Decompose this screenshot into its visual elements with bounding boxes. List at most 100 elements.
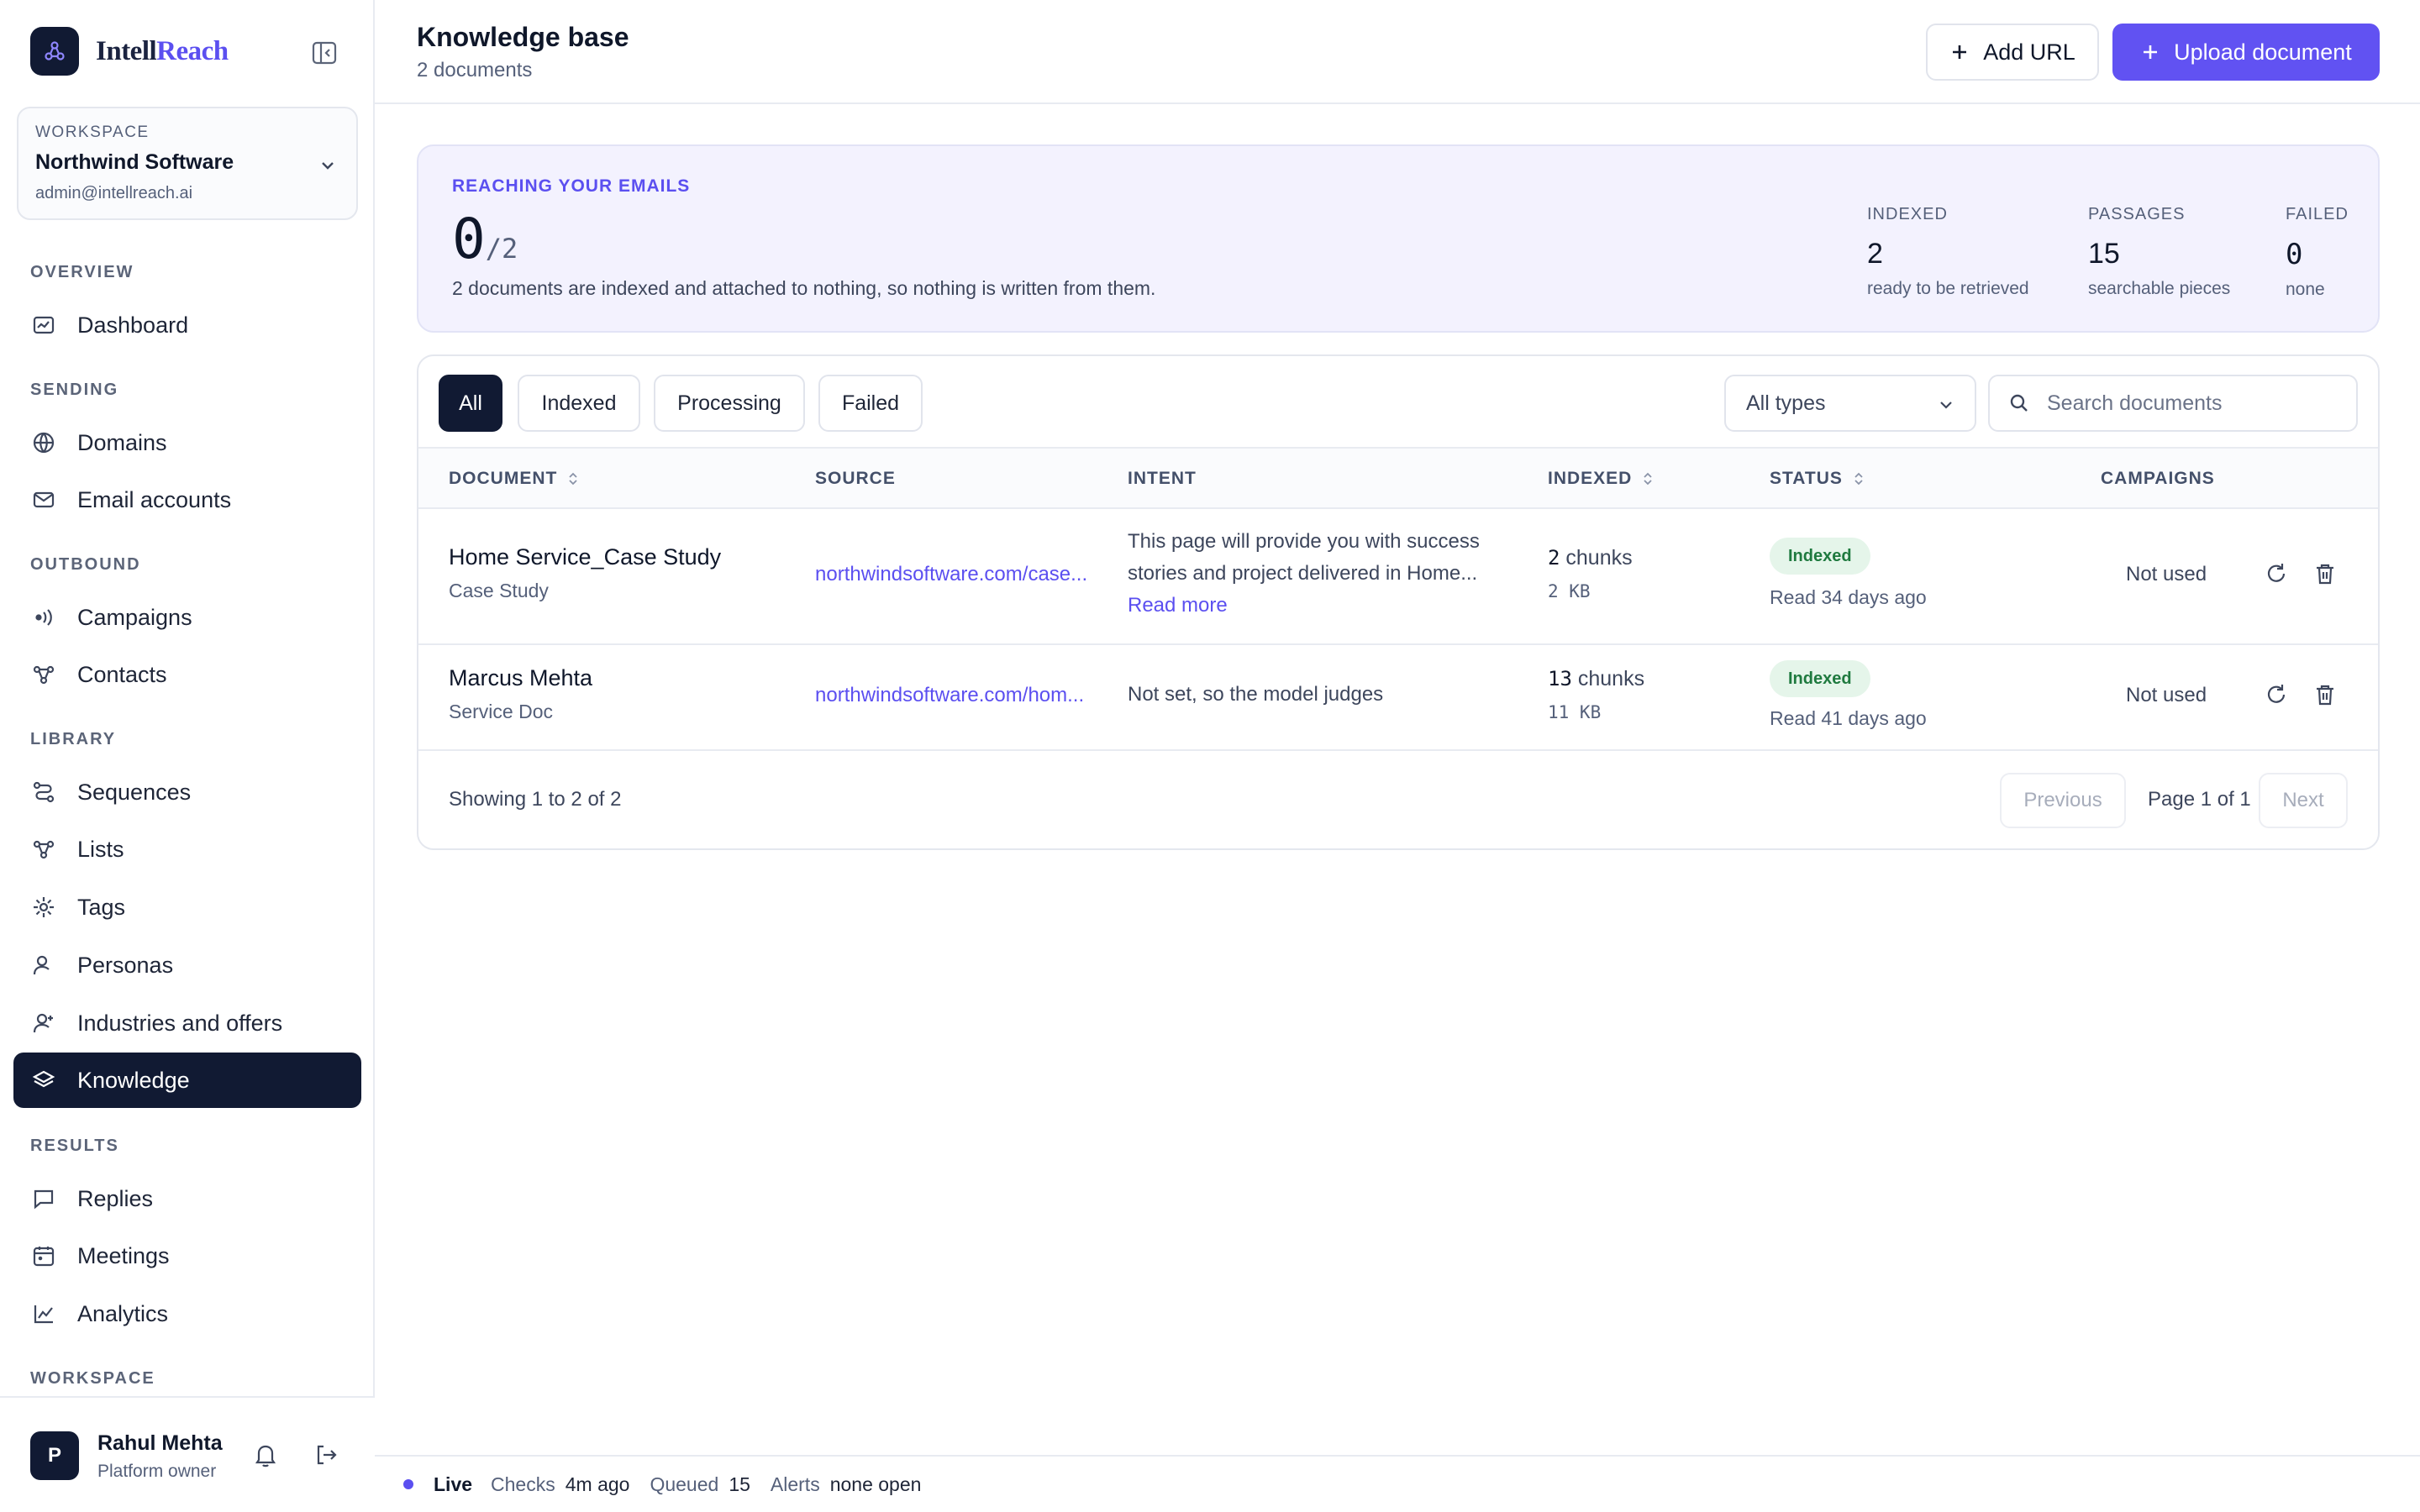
filter-tab-all[interactable]: All — [439, 375, 502, 432]
stat-label: FAILED — [2286, 205, 2349, 223]
logout-icon[interactable] — [313, 1441, 339, 1468]
table-row[interactable]: Home Service_Case Study Case Study north… — [418, 509, 2378, 645]
add-url-button[interactable]: Add URL — [1926, 24, 2099, 81]
stat-value: 15 — [2088, 238, 2120, 270]
avatar[interactable]: P — [30, 1431, 79, 1480]
chunk-count: 2 chunks — [1548, 546, 1633, 570]
table-header: DOCUMENT SOURCE INTENT INDEXED STATUS CA… — [418, 447, 2378, 509]
stat-indexed: INDEXED 2 ready to be retrieved — [1867, 205, 2029, 299]
trash-icon[interactable] — [2312, 682, 2338, 707]
user-role: Platform owner — [97, 1462, 217, 1481]
source-link[interactable]: northwindsoftware.com/case... — [815, 563, 1101, 586]
stat-note: none — [2286, 280, 2325, 299]
read-more-link[interactable]: Read more — [1128, 590, 1514, 622]
read-ago: Read 41 days ago — [1770, 707, 1927, 729]
queued-value: 15 — [729, 1473, 750, 1495]
chart-icon — [34, 1305, 53, 1324]
sidebar-item-replies[interactable]: Replies — [13, 1171, 361, 1226]
campaigns-usage: Not used — [2126, 563, 2207, 585]
status-badge: Indexed — [1770, 538, 1870, 575]
nav-section-workspace: WORKSPACE — [30, 1369, 155, 1388]
sidebar-item-label: Lists — [77, 836, 124, 862]
search-box[interactable] — [1988, 375, 2358, 432]
source-link[interactable]: northwindsoftware.com/hom... — [815, 684, 1101, 707]
sidebar-toggle-icon[interactable] — [311, 40, 338, 66]
document-title[interactable]: Home Service_Case Study — [449, 544, 721, 570]
sidebar-item-contacts[interactable]: Contacts — [13, 647, 361, 702]
next-page-button[interactable]: Next — [2259, 773, 2348, 828]
type-filter-select[interactable]: All types — [1724, 375, 1976, 432]
sidebar-item-label: Personas — [77, 952, 174, 978]
sidebar-item-email-accounts[interactable]: Email accounts — [13, 472, 361, 528]
sidebar-item-tags[interactable]: Tags — [13, 879, 361, 935]
sidebar-item-analytics[interactable]: Analytics — [13, 1286, 361, 1341]
sort-icon — [1854, 472, 1863, 486]
sidebar-item-label: Tags — [77, 894, 126, 920]
brand-name: IntellReach — [96, 35, 229, 66]
sidebar-item-personas[interactable]: Personas — [13, 937, 361, 993]
read-ago: Read 34 days ago — [1770, 586, 1927, 608]
column-header-indexed[interactable]: INDEXED — [1548, 469, 1654, 489]
status-bar: Live Checks 4m ago Queued 15 Alerts none… — [375, 1455, 2420, 1512]
reach-count: 0/2 — [452, 207, 518, 271]
upload-document-label: Upload document — [2174, 39, 2352, 65]
search-input[interactable] — [2047, 391, 2349, 416]
previous-page-button[interactable]: Previous — [2000, 773, 2126, 828]
filter-tab-processing[interactable]: Processing — [654, 375, 805, 432]
filter-tab-indexed[interactable]: Indexed — [518, 375, 640, 432]
queued-label: Queued — [650, 1473, 719, 1495]
campaigns-usage: Not used — [2126, 684, 2207, 706]
refresh-icon[interactable] — [2264, 682, 2289, 707]
trash-icon[interactable] — [2312, 561, 2338, 586]
sidebar-item-knowledge[interactable]: Knowledge — [13, 1053, 361, 1108]
column-header-document[interactable]: DOCUMENT — [449, 469, 579, 489]
stat-passages: PASSAGES 15 searchable pieces — [2088, 205, 2230, 299]
reach-summary-card: REACHING YOUR EMAILS 0/2 2 documents are… — [417, 144, 2380, 333]
stat-failed: FAILED 0 none — [2286, 205, 2349, 300]
user-name: Rahul Mehta — [97, 1431, 223, 1455]
sort-icon — [569, 472, 577, 486]
sidebar-item-sequences[interactable]: Sequences — [13, 764, 361, 820]
stat-note: ready to be retrieved — [1867, 279, 2029, 298]
sidebar-item-meetings[interactable]: Meetings — [13, 1228, 361, 1284]
stat-label: INDEXED — [1867, 205, 1948, 223]
alerts-label: Alerts — [770, 1473, 820, 1495]
globe-icon — [33, 432, 55, 454]
document-title[interactable]: Marcus Mehta — [449, 665, 592, 691]
alerts-value: none open — [829, 1473, 922, 1495]
sidebar-item-campaigns[interactable]: Campaigns — [13, 590, 361, 645]
type-filter-value: All types — [1746, 391, 1826, 415]
refresh-icon[interactable] — [2264, 561, 2289, 586]
live-label: Live — [434, 1473, 473, 1495]
nav-section-results: RESULTS — [30, 1137, 119, 1155]
stat-note: searchable pieces — [2088, 279, 2231, 298]
dashboard-icon — [33, 316, 55, 334]
nav-section-sending: SENDING — [30, 381, 119, 399]
brand[interactable]: IntellReach — [30, 27, 229, 76]
intent-snippet: This page will provide you with success … — [1128, 530, 1480, 585]
mail-icon — [33, 491, 55, 508]
sidebar-item-industries-and-offers[interactable]: Industries and offers — [13, 995, 361, 1051]
sidebar-item-domains[interactable]: Domains — [13, 415, 361, 470]
column-header-status[interactable]: STATUS — [1770, 469, 1865, 489]
add-url-label: Add URL — [1983, 39, 2075, 65]
table-row[interactable]: Marcus Mehta Service Doc northwindsoftwa… — [418, 645, 2378, 751]
bell-icon[interactable] — [252, 1441, 279, 1468]
document-size: 11 KB — [1548, 702, 1602, 722]
search-icon — [2010, 394, 2028, 412]
reach-total: /2 — [485, 233, 518, 265]
workspace-switcher[interactable]: WORKSPACE Northwind Software admin@intel… — [17, 107, 358, 220]
plus-icon — [1953, 45, 1967, 59]
page-title: Knowledge base — [417, 22, 629, 52]
sidebar-item-dashboard[interactable]: Dashboard — [13, 297, 361, 353]
network-icon — [33, 840, 55, 859]
sidebar-item-label: Meetings — [77, 1242, 170, 1268]
person-icon — [33, 955, 50, 975]
sidebar-item-lists[interactable]: Lists — [13, 822, 361, 877]
page-header: Knowledge base 2 documents Add URL Uploa… — [375, 0, 2420, 104]
filter-tab-failed[interactable]: Failed — [818, 375, 923, 432]
broadcast-icon — [35, 609, 52, 626]
workspace-name: Northwind Software — [35, 150, 234, 174]
upload-document-button[interactable]: Upload document — [2112, 24, 2380, 81]
sidebar-item-label: Domains — [77, 429, 167, 455]
